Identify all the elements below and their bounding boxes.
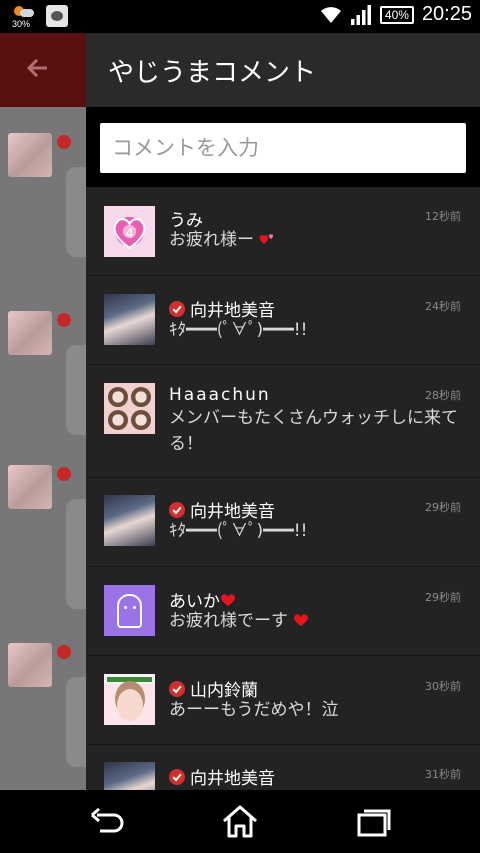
comment-input[interactable]	[100, 123, 466, 173]
ghost-icon	[117, 594, 142, 628]
commenter-name[interactable]: Haaachun	[169, 385, 271, 405]
heart-icon	[221, 593, 235, 606]
comment-message: お疲れ様でーす	[169, 608, 462, 634]
verified-icon	[57, 645, 71, 659]
drawer-header: やじうまコメント	[86, 33, 480, 107]
comment-time: 29秒前	[425, 501, 461, 514]
heart-emblem-icon: 4	[113, 218, 146, 250]
hearts-icon	[260, 234, 274, 244]
weather-percent: 30%	[12, 19, 31, 29]
comment-input-area	[86, 107, 480, 187]
notification-app-icon	[46, 5, 68, 27]
svg-text:4: 4	[125, 227, 133, 242]
comment-time: 31秒前	[425, 768, 461, 781]
background-row	[8, 643, 106, 767]
comment-item[interactable]: 4 うみ 12秒前 お疲れ様ー	[86, 187, 480, 276]
avatar	[8, 311, 52, 355]
verified-icon	[169, 501, 185, 518]
home-icon[interactable]	[220, 804, 260, 838]
verified-icon	[169, 680, 185, 697]
avatar[interactable]	[104, 294, 155, 345]
comment-time: 28秒前	[425, 389, 461, 402]
comment-item[interactable]: 向井地美音 24秒前 ｷﾀ━━━(ﾟ∀ﾟ)━━━!!	[86, 276, 480, 365]
comment-time: 30秒前	[425, 680, 461, 693]
battery-level: 40%	[384, 7, 409, 22]
wifi-icon	[320, 6, 341, 23]
comment-item[interactable]: あいか 29秒前 お疲れ様でーす	[86, 567, 480, 656]
battery-icon: 40%	[379, 5, 414, 24]
back-icon[interactable]	[87, 804, 127, 838]
navigation-bar	[0, 790, 480, 853]
comment-message: ｷﾀ━━━(ﾟ∀ﾟ)━━━!!	[169, 521, 308, 541]
comment-message: メンバーもたくさんウォッチしに来てる！	[169, 408, 458, 454]
verified-icon	[57, 135, 71, 149]
clock: 20:25	[421, 3, 472, 25]
commenter-name[interactable]: 向井地美音	[190, 764, 275, 789]
avatar[interactable]	[104, 383, 155, 434]
comment-text: お疲れ様でーす	[169, 611, 288, 631]
comment-header: 向井地美音	[169, 764, 275, 789]
comment-header: Haaachun	[169, 385, 271, 405]
comment-message: ｷﾀ━━━(ﾟ∀ﾟ)━━━!!	[169, 320, 308, 340]
verified-icon	[57, 313, 71, 327]
comment-item[interactable]: 向井地美音 31秒前	[86, 745, 480, 790]
verified-icon	[169, 768, 185, 785]
drawer-title: やじうまコメント	[108, 57, 317, 88]
comment-time: 24秒前	[425, 300, 461, 313]
comment-item[interactable]: 向井地美音 29秒前 ｷﾀ━━━(ﾟ∀ﾟ)━━━!!	[86, 478, 480, 567]
background-row	[8, 311, 106, 435]
avatar[interactable]: 4	[104, 206, 155, 257]
avatar[interactable]	[104, 585, 155, 636]
heart-icon	[294, 614, 309, 626]
avatar[interactable]	[104, 495, 155, 546]
signal-icon	[350, 4, 371, 25]
background-row	[8, 465, 106, 609]
status-bar: 30% 40% 20:25	[0, 0, 480, 33]
comment-drawer: やじうまコメント 4 うみ 12秒前 お疲れ様ー	[86, 33, 480, 790]
comment-time: 29秒前	[425, 591, 461, 604]
comment-item[interactable]: 山内鈴蘭 30秒前 あーーもうだめや！泣	[86, 656, 480, 745]
comment-list[interactable]: 4 うみ 12秒前 お疲れ様ー 向井地美音 24秒前 ｷﾀ━━━(ﾟ∀ﾟ)━━━…	[86, 187, 480, 790]
back-arrow-icon[interactable]	[26, 57, 48, 79]
avatar[interactable]	[104, 674, 155, 725]
comment-item[interactable]: Haaachun 28秒前 メンバーもたくさんウォッチしに来てる！	[86, 365, 480, 478]
background-row	[8, 133, 106, 257]
avatar[interactable]	[104, 762, 155, 790]
verified-icon	[169, 300, 185, 317]
comment-time: 12秒前	[425, 210, 461, 223]
screen: 30% 40% 20:25 やじうまコメント コメントを入力 4 うみ 12秒前…	[0, 0, 480, 853]
avatar	[8, 133, 52, 177]
comment-message: あーーもうだめや！泣	[169, 700, 339, 720]
weather-icon: 30%	[12, 5, 36, 29]
comment-message: お疲れ様ー	[169, 227, 462, 253]
verified-icon	[57, 467, 71, 481]
recent-apps-icon[interactable]	[353, 804, 393, 838]
avatar	[8, 465, 52, 509]
avatar	[8, 643, 52, 687]
comment-text: お疲れ様ー	[169, 230, 254, 250]
